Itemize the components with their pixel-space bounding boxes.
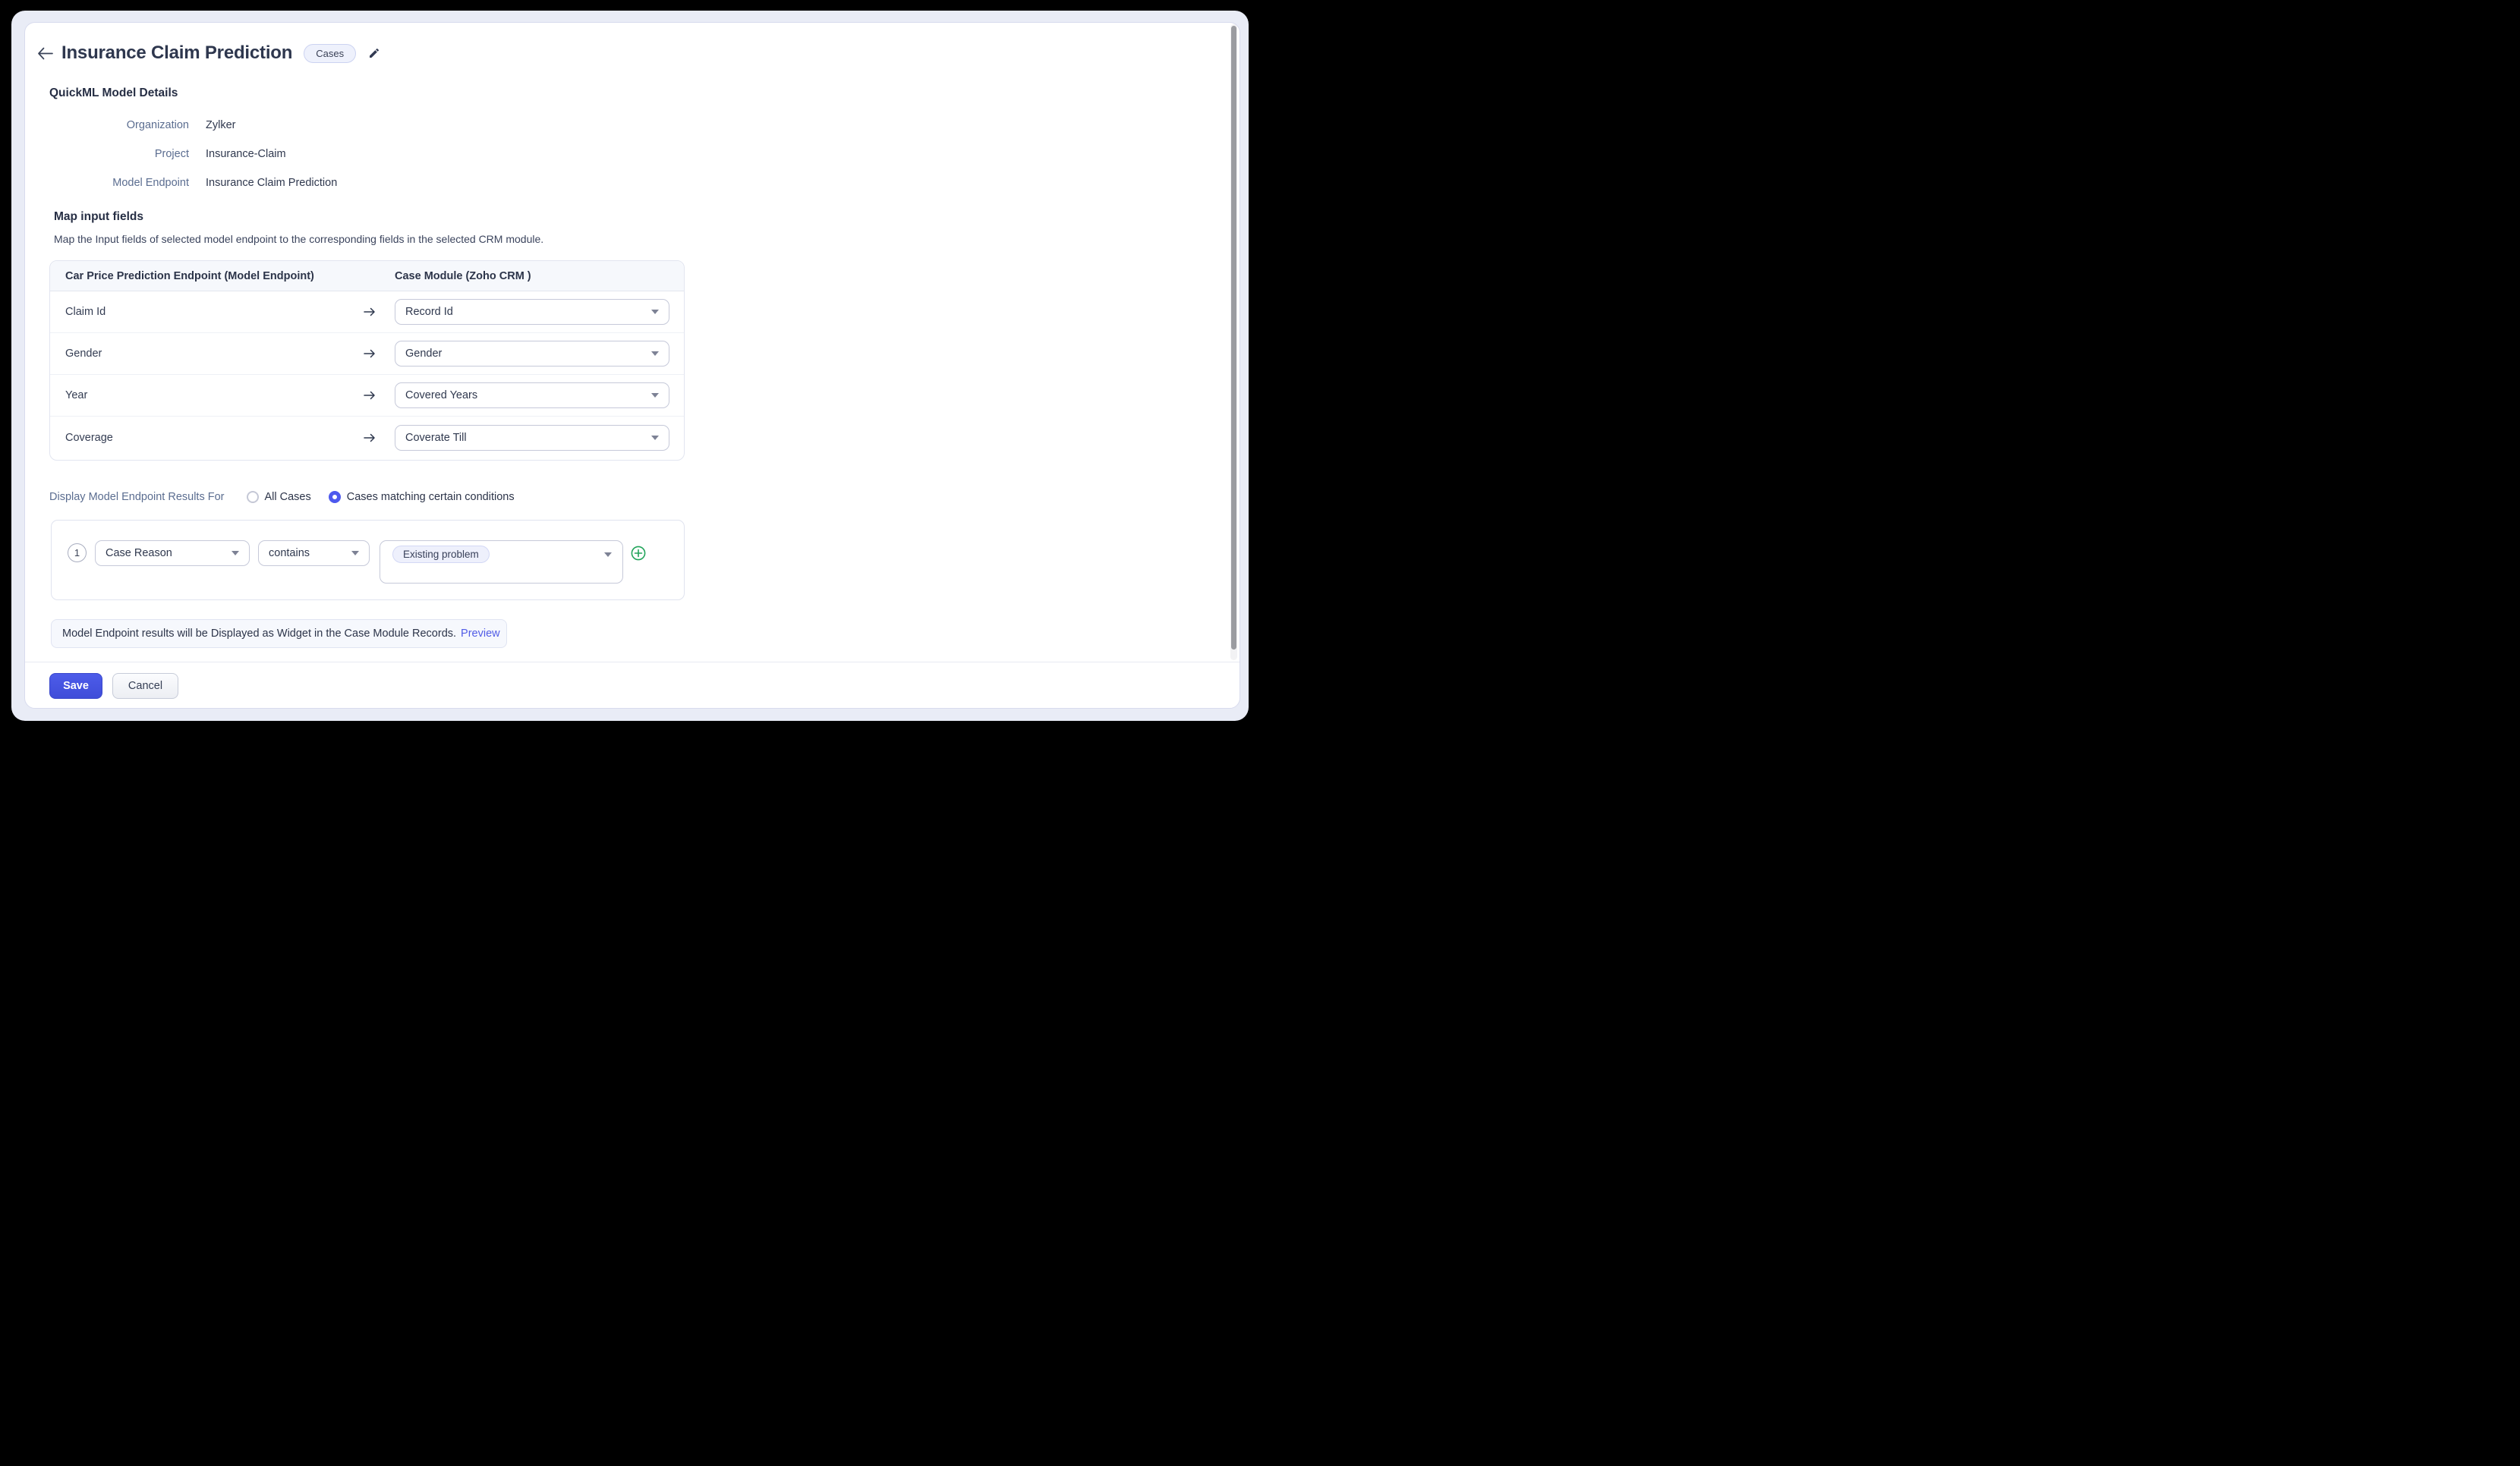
preview-link[interactable]: Preview (461, 628, 500, 640)
save-button[interactable]: Save (49, 673, 102, 699)
target-field-value: Coverate Till (405, 432, 467, 444)
caret-down-icon (232, 551, 239, 555)
detail-row-organization: Organization Zylker (49, 111, 337, 140)
module-badge: Cases (304, 44, 356, 63)
target-field-dropdown[interactable]: Record Id (395, 299, 669, 325)
scrollbar-thumb[interactable] (1231, 26, 1236, 650)
radio-option-all-cases[interactable]: All Cases (247, 491, 311, 503)
target-field-value: Covered Years (405, 389, 477, 401)
display-results-row: Display Model Endpoint Results For All C… (49, 491, 532, 503)
widget-info-text: Model Endpoint results will be Displayed… (62, 628, 456, 640)
project-label: Project (49, 148, 189, 160)
column-header-crm-module: Case Module (Zoho CRM ) (395, 261, 531, 291)
condition-index-badge: 1 (68, 543, 87, 562)
target-field-dropdown[interactable]: Covered Years (395, 382, 669, 408)
field-mapping-table: Car Price Prediction Endpoint (Model End… (49, 260, 685, 461)
map-input-fields-description: Map the Input fields of selected model e… (54, 233, 543, 245)
target-field-dropdown[interactable]: Coverate Till (395, 425, 669, 451)
cancel-button[interactable]: Cancel (112, 673, 178, 699)
radio-selected-icon[interactable] (329, 491, 341, 503)
page-header: Insurance Claim Prediction Cases (37, 42, 380, 64)
edit-pencil-icon[interactable] (368, 47, 380, 59)
table-row: Gender Gender (50, 333, 684, 375)
config-card: Insurance Claim Prediction Cases QuickML… (24, 22, 1240, 709)
model-details-list: Organization Zylker Project Insurance-Cl… (49, 111, 337, 197)
column-header-model-endpoint: Car Price Prediction Endpoint (Model End… (65, 261, 314, 291)
map-arrow-icon (364, 348, 376, 359)
table-row: Claim Id Record Id (50, 291, 684, 333)
display-results-label: Display Model Endpoint Results For (49, 491, 225, 503)
model-details-heading: QuickML Model Details (49, 87, 178, 100)
caret-down-icon (651, 310, 659, 314)
detail-row-project: Project Insurance-Claim (49, 140, 337, 168)
caret-down-icon (651, 393, 659, 398)
table-row: Coverage Coverate Till (50, 417, 684, 458)
caret-down-icon (604, 552, 612, 557)
condition-value-multiselect[interactable]: Existing problem (380, 540, 623, 584)
target-field-value: Gender (405, 348, 442, 360)
screen: Insurance Claim Prediction Cases QuickML… (0, 0, 1260, 733)
radio-option-conditions[interactable]: Cases matching certain conditions (329, 491, 515, 503)
project-value: Insurance-Claim (206, 148, 337, 160)
caret-down-icon (351, 551, 359, 555)
table-row: Year Covered Years (50, 375, 684, 417)
detail-row-model-endpoint: Model Endpoint Insurance Claim Predictio… (49, 168, 337, 197)
back-arrow-icon[interactable] (37, 47, 53, 60)
caret-down-icon (651, 351, 659, 356)
map-input-fields-heading: Map input fields (54, 210, 143, 224)
source-field-label: Gender (65, 333, 102, 374)
caret-down-icon (651, 436, 659, 440)
condition-operator-dropdown[interactable]: contains (258, 540, 370, 566)
source-field-label: Year (65, 375, 87, 416)
source-field-label: Claim Id (65, 291, 106, 332)
condition-builder: 1 Case Reason contains Existing problem (51, 520, 685, 600)
add-condition-icon[interactable] (631, 546, 646, 561)
target-field-dropdown[interactable]: Gender (395, 341, 669, 366)
model-endpoint-value: Insurance Claim Prediction (206, 177, 337, 189)
widget-info-box: Model Endpoint results will be Displayed… (51, 619, 507, 648)
target-field-value: Record Id (405, 306, 453, 318)
map-arrow-icon (364, 307, 376, 317)
scrollbar-track[interactable] (1230, 24, 1237, 660)
map-arrow-icon (364, 433, 376, 443)
model-endpoint-label: Model Endpoint (49, 177, 189, 189)
condition-field-dropdown[interactable]: Case Reason (95, 540, 250, 566)
value-chip[interactable]: Existing problem (392, 546, 490, 563)
table-header-row: Car Price Prediction Endpoint (Model End… (50, 261, 684, 291)
map-arrow-icon (364, 390, 376, 401)
source-field-label: Coverage (65, 417, 113, 458)
organization-value: Zylker (206, 119, 337, 131)
app-panel: Insurance Claim Prediction Cases QuickML… (11, 11, 1249, 721)
page-title: Insurance Claim Prediction (61, 42, 292, 64)
organization-label: Organization (49, 119, 189, 131)
radio-unselected-icon[interactable] (247, 491, 259, 503)
